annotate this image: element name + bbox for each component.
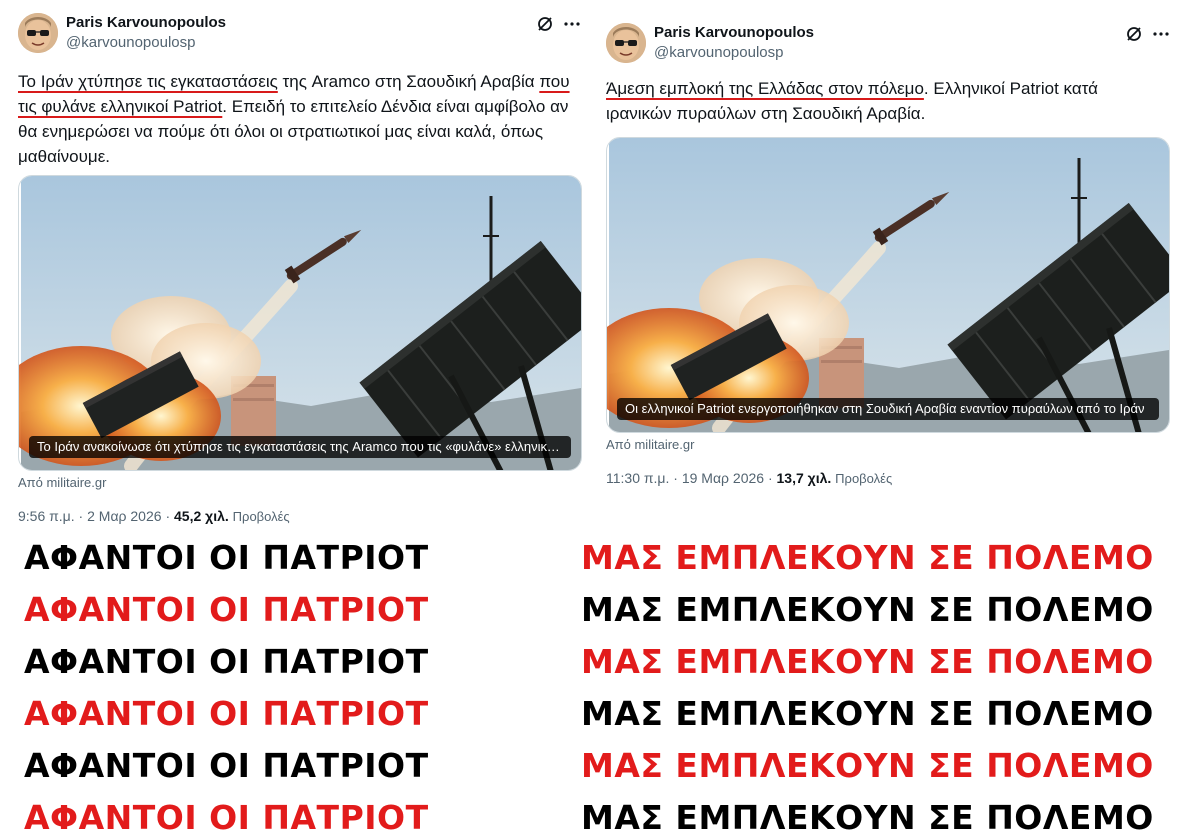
slogan-right-row-1: ΜΑΣ ΕΜΠΛΕΚΟΥΝ ΣΕ ΠΟΛΕΜΟ — [581, 538, 1154, 577]
separator-dot: · — [165, 508, 174, 524]
tweet-text: Το Ιράν χτύπησε τις εγκαταστάσεις της Ar… — [18, 69, 578, 169]
slogan-left-row-3: ΑΦΑΝΤΟΙ ΟΙ ΠΑΤΡΙΟΤ — [24, 642, 429, 681]
slogan-left-row-2: ΑΦΑΝΤΟΙ ΟΙ ΠΑΤΡΙΟΤ — [24, 590, 429, 629]
separator-dot: · — [78, 508, 88, 524]
tweet-text-underlined-segment: Το Ιράν χτύπησε τις εγκαταστάσεις — [18, 72, 278, 91]
media-caption: Οι ελληνικοί Patriot ενεργοποιήθηκαν στη… — [617, 398, 1159, 420]
slogan-left-row-6: ΑΦΑΝΤΟΙ ΟΙ ΠΑΤΡΙΟΤ — [24, 798, 429, 837]
author-handle[interactable]: @karvounopoulosp — [66, 34, 195, 51]
tweet-time[interactable]: 9:56 π.μ. — [18, 508, 75, 524]
tweet-card-2[interactable]: Paris Karvounopoulos @karvounopoulosp Άμ… — [600, 0, 1200, 530]
slogan-left-row-1: ΑΦΑΝΤΟΙ ΟΙ ΠΑΤΡΙΟΤ — [24, 538, 429, 577]
author-handle[interactable]: @karvounopoulosp — [654, 44, 783, 61]
link-source[interactable]: Από militaire.gr — [18, 475, 106, 490]
views-count: 45,2 χιλ. — [174, 508, 229, 524]
more-horizontal-icon[interactable] — [562, 14, 582, 34]
tweet-meta: 11:30 π.μ. · 19 Μαρ 2026 · 13,7 χιλ. Προ… — [606, 470, 892, 486]
slogan-right-row-4: ΜΑΣ ΕΜΠΛΕΚΟΥΝ ΣΕ ΠΟΛΕΜΟ — [581, 694, 1154, 733]
separator-dot: · — [673, 470, 682, 486]
slogan-right-row-6: ΜΑΣ ΕΜΠΛΕΚΟΥΝ ΣΕ ΠΟΛΕΜΟ — [581, 798, 1154, 837]
tweet-media-card[interactable]: Το Ιράν ανακοίνωσε ότι χτύπησε τις εγκατ… — [18, 175, 582, 471]
author-name[interactable]: Paris Karvounopoulos — [66, 14, 226, 31]
grok-slash-circle-icon[interactable] — [1124, 24, 1144, 44]
avatar[interactable] — [606, 23, 646, 63]
tweet-card-1[interactable]: Paris Karvounopoulos @karvounopoulosp Το… — [0, 0, 600, 530]
avatar[interactable] — [18, 13, 58, 53]
views-label: Προβολές — [835, 471, 893, 486]
author-name[interactable]: Paris Karvounopoulos — [654, 24, 814, 41]
slogan-right-row-2: ΜΑΣ ΕΜΠΛΕΚΟΥΝ ΣΕ ΠΟΛΕΜΟ — [581, 590, 1154, 629]
slogan-right-row-3: ΜΑΣ ΕΜΠΛΕΚΟΥΝ ΣΕ ΠΟΛΕΜΟ — [581, 642, 1154, 681]
slogan-left-row-5: ΑΦΑΝΤΟΙ ΟΙ ΠΑΤΡΙΟΤ — [24, 746, 429, 785]
tweet-date[interactable]: 2 Μαρ 2026 — [87, 508, 161, 524]
link-source[interactable]: Από militaire.gr — [606, 437, 694, 452]
views-label: Προβολές — [232, 509, 290, 524]
tweet-text-segment: της Aramco στη Σαουδική Αραβία — [277, 72, 540, 91]
slogan-left-row-4: ΑΦΑΝΤΟΙ ΟΙ ΠΑΤΡΙΟΤ — [24, 694, 429, 733]
separator-dot: · — [767, 470, 777, 486]
slogan-right-row-5: ΜΑΣ ΕΜΠΛΕΚΟΥΝ ΣΕ ΠΟΛΕΜΟ — [581, 746, 1154, 785]
grok-slash-circle-icon[interactable] — [535, 14, 555, 34]
media-caption: Το Ιράν ανακοίνωσε ότι χτύπησε τις εγκατ… — [29, 436, 571, 458]
tweet-text-underlined-segment: Άμεση εμπλοκή της Ελλάδας στον πόλεμο — [606, 79, 924, 98]
more-horizontal-icon[interactable] — [1151, 24, 1171, 44]
tweet-meta: 9:56 π.μ. · 2 Μαρ 2026 · 45,2 χιλ. Προβο… — [18, 508, 290, 524]
tweet-date[interactable]: 19 Μαρ 2026 — [682, 470, 764, 486]
tweet-media-card[interactable]: Οι ελληνικοί Patriot ενεργοποιήθηκαν στη… — [606, 137, 1170, 433]
views-count: 13,7 χιλ. — [776, 470, 832, 486]
tweet-text: Άμεση εμπλοκή της Ελλάδας στον πόλεμο. Ε… — [606, 76, 1146, 126]
tweet-time[interactable]: 11:30 π.μ. — [606, 470, 669, 486]
